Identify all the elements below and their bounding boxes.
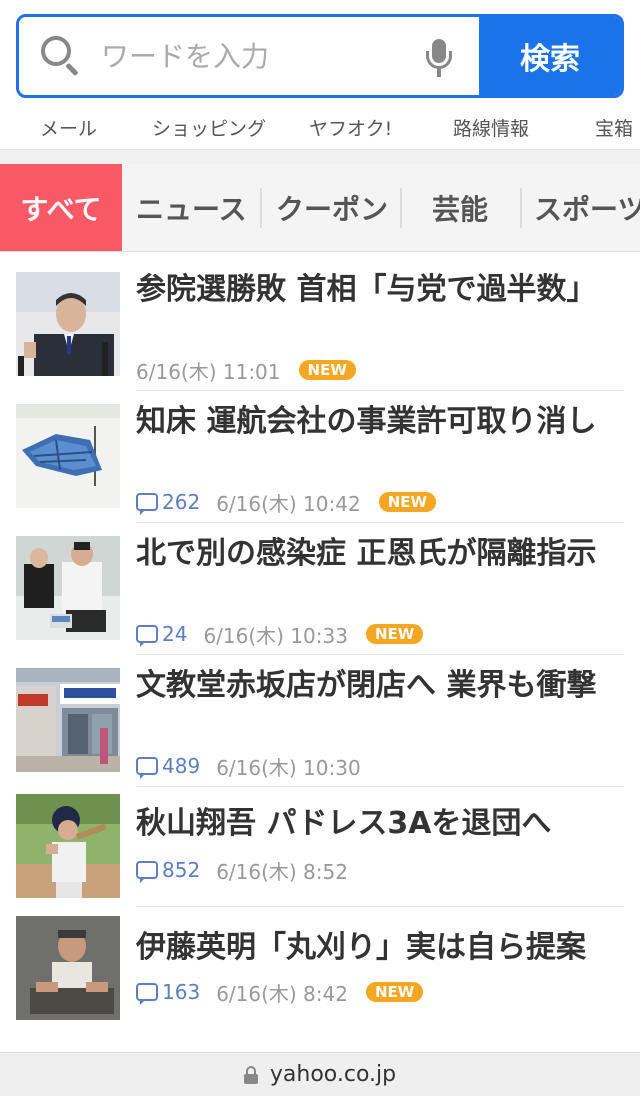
tab-entertainment[interactable]: 芸能 [432,164,488,251]
service-link-shopping[interactable]: ショッピング [152,114,266,141]
news-time: 6/16(木) 8:42 [216,981,348,1006]
news-headline[interactable]: 参院選勝敗 首相「与党で過半数」 [136,268,606,312]
tab-coupon[interactable]: クーポン [276,164,388,251]
search-field[interactable] [19,17,479,95]
comment-count[interactable]: 24 [136,622,188,647]
comment-count[interactable]: 489 [136,754,201,779]
news-time: 6/16(木) 10:30 [216,755,361,780]
tab-news[interactable]: ニュース [136,164,247,251]
browser-url-bar[interactable]: yahoo.co.jp [0,1052,640,1096]
tab-divider [400,188,402,228]
comment-count[interactable]: 163 [136,980,201,1005]
search-icon [39,34,83,78]
news-headline[interactable]: 知床 運航会社の事業許可取り消し [136,400,606,444]
microphone-icon[interactable] [425,39,453,79]
comment-count-value: 489 [162,754,201,778]
divider [136,786,624,787]
divider [136,522,624,523]
search-bar: 検索 [16,14,624,98]
url-text[interactable]: yahoo.co.jp [270,1062,396,1087]
new-badge: NEW [365,624,424,644]
divider [136,906,624,907]
news-meta: 24 6/16(木) 10:33 NEW [136,620,424,648]
comment-icon [136,625,158,647]
divider [136,390,624,391]
news-meta: 852 6/16(木) 8:52 [136,856,348,884]
tab-all[interactable]: すべて [0,164,122,251]
news-thumbnail [16,794,120,898]
lock-icon [243,1065,258,1084]
divider [136,654,624,655]
news-time: 6/16(木) 8:52 [216,859,348,884]
comment-count-value: 163 [162,980,201,1004]
comment-count-value: 24 [162,622,188,646]
news-meta: 262 6/16(木) 10:42 NEW [136,488,437,516]
news-meta: 6/16(木) 11:01 NEW [136,356,356,384]
news-thumbnail [16,536,120,640]
service-link-transit[interactable]: 路線情報 [453,114,529,141]
service-link-auction[interactable]: ヤフオク! [309,114,392,141]
news-thumbnail [16,916,120,1020]
comment-icon [136,757,158,779]
news-time: 6/16(木) 11:01 [136,359,281,384]
service-link-takarabako[interactable]: 宝箱 [595,114,633,141]
new-badge: NEW [298,360,356,380]
comment-count-value: 262 [162,490,201,514]
comment-count[interactable]: 262 [136,490,201,515]
comment-count-value: 852 [162,858,201,882]
news-time: 6/16(木) 10:42 [216,491,361,516]
service-link-mail[interactable]: メール [40,114,97,141]
new-badge: NEW [365,982,424,1002]
tab-sports[interactable]: スポーツ [534,164,640,251]
news-thumbnail [16,272,120,376]
news-meta: 163 6/16(木) 8:42 NEW [136,978,424,1006]
category-tabs: すべて ニュース クーポン 芸能 スポーツ [0,164,640,252]
news-thumbnail [16,404,120,508]
search-input[interactable] [101,39,401,73]
tab-divider [260,188,262,228]
comment-icon [136,493,158,515]
comment-icon [136,861,158,883]
news-headline[interactable]: 北で別の感染症 正恩氏が隔離指示 [136,532,606,576]
search-button[interactable]: 検索 [479,17,621,95]
comment-icon [136,983,158,1005]
section-gap [0,150,640,164]
news-thumbnail [16,668,120,772]
news-time: 6/16(木) 10:33 [203,623,348,648]
tab-divider [520,188,522,228]
comment-count[interactable]: 852 [136,858,201,883]
news-meta: 489 6/16(木) 10:30 [136,752,361,780]
news-headline[interactable]: 文教堂赤坂店が閉店へ 業界も衝撃 [136,664,606,708]
service-links: メール ショッピング ヤフオク! 路線情報 宝箱 [0,108,640,150]
news-headline[interactable]: 秋山翔吾 パドレス3Aを退団へ [136,802,606,846]
new-badge: NEW [378,492,437,512]
news-headline[interactable]: 伊藤英明「丸刈り」実は自ら提案 [136,926,606,970]
